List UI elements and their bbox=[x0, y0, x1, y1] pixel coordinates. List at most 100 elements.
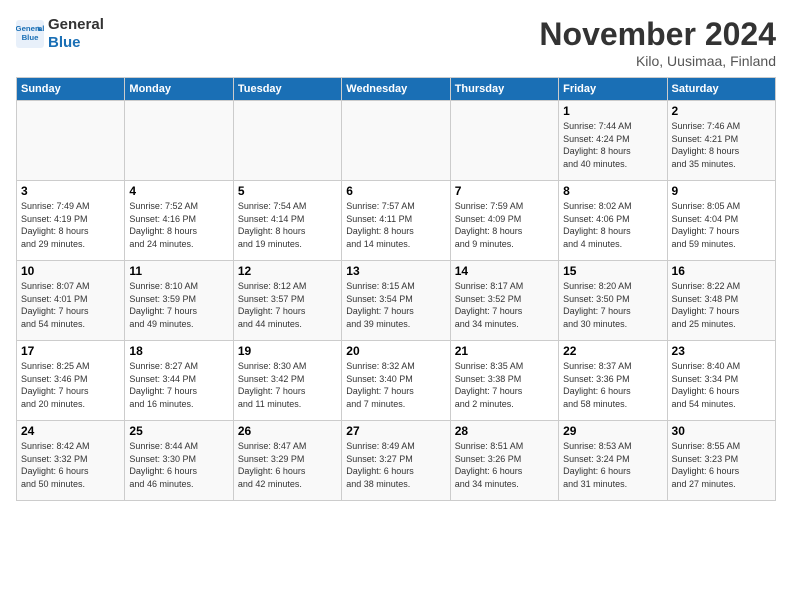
calendar-cell: 22 Sunrise: 8:37 AM Sunset: 3:36 PM Dayli… bbox=[559, 341, 667, 421]
day-number: 29 bbox=[563, 424, 662, 438]
day-number: 8 bbox=[563, 184, 662, 198]
weekday-header-row: SundayMondayTuesdayWednesdayThursdayFrid… bbox=[17, 78, 776, 101]
location-title: Kilo, Uusimaa, Finland bbox=[539, 53, 776, 69]
day-info: Sunrise: 8:05 AM Sunset: 4:04 PM Dayligh… bbox=[672, 200, 771, 250]
calendar-cell: 16 Sunrise: 8:22 AM Sunset: 3:48 PM Dayli… bbox=[667, 261, 775, 341]
calendar-cell: 7 Sunrise: 7:59 AM Sunset: 4:09 PM Daylig… bbox=[450, 181, 558, 261]
day-number: 4 bbox=[129, 184, 228, 198]
day-info: Sunrise: 8:47 AM Sunset: 3:29 PM Dayligh… bbox=[238, 440, 337, 490]
calendar-cell bbox=[450, 101, 558, 181]
day-info: Sunrise: 8:02 AM Sunset: 4:06 PM Dayligh… bbox=[563, 200, 662, 250]
day-number: 5 bbox=[238, 184, 337, 198]
calendar-cell: 19Sunrise: 8:30 AM Sunset: 3:42 PM Dayli… bbox=[233, 341, 341, 421]
day-number: 21 bbox=[455, 344, 554, 358]
svg-text:Blue: Blue bbox=[22, 33, 40, 42]
day-info: Sunrise: 8:32 AM Sunset: 3:40 PM Dayligh… bbox=[346, 360, 445, 410]
calendar-cell: 5Sunrise: 7:54 AM Sunset: 4:14 PM Daylig… bbox=[233, 181, 341, 261]
day-number: 11 bbox=[129, 264, 228, 278]
day-number: 9 bbox=[672, 184, 771, 198]
day-number: 30 bbox=[672, 424, 771, 438]
weekday-header-friday: Friday bbox=[559, 78, 667, 101]
calendar-cell: 30 Sunrise: 8:55 AM Sunset: 3:23 PM Dayli… bbox=[667, 421, 775, 501]
day-number: 23 bbox=[672, 344, 771, 358]
weekday-header-thursday: Thursday bbox=[450, 78, 558, 101]
day-number: 3 bbox=[21, 184, 120, 198]
calendar-cell: 11 Sunrise: 8:10 AM Sunset: 3:59 PM Dayli… bbox=[125, 261, 233, 341]
month-title: November 2024 bbox=[539, 16, 776, 53]
day-number: 1 bbox=[563, 104, 662, 118]
day-info: Sunrise: 8:22 AM Sunset: 3:48 PM Dayligh… bbox=[672, 280, 771, 330]
calendar-cell bbox=[233, 101, 341, 181]
calendar-cell: 3 Sunrise: 7:49 AM Sunset: 4:19 PM Daylig… bbox=[17, 181, 125, 261]
day-info: Sunrise: 8:44 AM Sunset: 3:30 PM Dayligh… bbox=[129, 440, 228, 490]
day-info: Sunrise: 8:51 AM Sunset: 3:26 PM Dayligh… bbox=[455, 440, 554, 490]
calendar-week-row: 10 Sunrise: 8:07 AM Sunset: 4:01 PM Dayli… bbox=[17, 261, 776, 341]
calendar-cell: 10 Sunrise: 8:07 AM Sunset: 4:01 PM Dayli… bbox=[17, 261, 125, 341]
title-area: November 2024 Kilo, Uusimaa, Finland bbox=[539, 16, 776, 69]
calendar-cell: 20Sunrise: 8:32 AM Sunset: 3:40 PM Dayli… bbox=[342, 341, 450, 421]
day-number: 22 bbox=[563, 344, 662, 358]
calendar-cell: 24Sunrise: 8:42 AM Sunset: 3:32 PM Dayli… bbox=[17, 421, 125, 501]
day-number: 15 bbox=[563, 264, 662, 278]
day-info: Sunrise: 7:49 AM Sunset: 4:19 PM Dayligh… bbox=[21, 200, 120, 250]
day-number: 14 bbox=[455, 264, 554, 278]
calendar-cell: 18Sunrise: 8:27 AM Sunset: 3:44 PM Dayli… bbox=[125, 341, 233, 421]
day-info: Sunrise: 7:57 AM Sunset: 4:11 PM Dayligh… bbox=[346, 200, 445, 250]
calendar-week-row: 3 Sunrise: 7:49 AM Sunset: 4:19 PM Daylig… bbox=[17, 181, 776, 261]
day-number: 6 bbox=[346, 184, 445, 198]
day-info: Sunrise: 8:37 AM Sunset: 3:36 PM Dayligh… bbox=[563, 360, 662, 410]
calendar-cell: 14 Sunrise: 8:17 AM Sunset: 3:52 PM Dayli… bbox=[450, 261, 558, 341]
day-info: Sunrise: 8:15 AM Sunset: 3:54 PM Dayligh… bbox=[346, 280, 445, 330]
logo: General Blue General Blue bbox=[16, 16, 104, 52]
weekday-header-sunday: Sunday bbox=[17, 78, 125, 101]
day-info: Sunrise: 8:07 AM Sunset: 4:01 PM Dayligh… bbox=[21, 280, 120, 330]
day-number: 16 bbox=[672, 264, 771, 278]
day-number: 2 bbox=[672, 104, 771, 118]
day-number: 25 bbox=[129, 424, 228, 438]
calendar-cell: 13 Sunrise: 8:15 AM Sunset: 3:54 PM Dayli… bbox=[342, 261, 450, 341]
day-info: Sunrise: 7:46 AM Sunset: 4:21 PM Dayligh… bbox=[672, 120, 771, 170]
header: General Blue General Blue November 2024 … bbox=[16, 16, 776, 69]
day-info: Sunrise: 8:10 AM Sunset: 3:59 PM Dayligh… bbox=[129, 280, 228, 330]
day-info: Sunrise: 7:59 AM Sunset: 4:09 PM Dayligh… bbox=[455, 200, 554, 250]
day-info: Sunrise: 8:55 AM Sunset: 3:23 PM Dayligh… bbox=[672, 440, 771, 490]
calendar-cell: 12 Sunrise: 8:12 AM Sunset: 3:57 PM Dayli… bbox=[233, 261, 341, 341]
day-number: 26 bbox=[238, 424, 337, 438]
calendar-cell: 2 Sunrise: 7:46 AM Sunset: 4:21 PM Daylig… bbox=[667, 101, 775, 181]
day-info: Sunrise: 8:25 AM Sunset: 3:46 PM Dayligh… bbox=[21, 360, 120, 410]
calendar-cell: 28 Sunrise: 8:51 AM Sunset: 3:26 PM Dayli… bbox=[450, 421, 558, 501]
day-info: Sunrise: 8:42 AM Sunset: 3:32 PM Dayligh… bbox=[21, 440, 120, 490]
calendar-cell bbox=[342, 101, 450, 181]
day-number: 17 bbox=[21, 344, 120, 358]
day-number: 13 bbox=[346, 264, 445, 278]
day-info: Sunrise: 8:12 AM Sunset: 3:57 PM Dayligh… bbox=[238, 280, 337, 330]
logo-text-line2: Blue bbox=[48, 34, 104, 52]
day-number: 27 bbox=[346, 424, 445, 438]
calendar-cell: 15 Sunrise: 8:20 AM Sunset: 3:50 PM Dayli… bbox=[559, 261, 667, 341]
day-info: Sunrise: 8:49 AM Sunset: 3:27 PM Dayligh… bbox=[346, 440, 445, 490]
calendar-cell: 6 Sunrise: 7:57 AM Sunset: 4:11 PM Daylig… bbox=[342, 181, 450, 261]
day-number: 7 bbox=[455, 184, 554, 198]
day-info: Sunrise: 7:44 AM Sunset: 4:24 PM Dayligh… bbox=[563, 120, 662, 170]
calendar-cell: 9 Sunrise: 8:05 AM Sunset: 4:04 PM Daylig… bbox=[667, 181, 775, 261]
day-number: 12 bbox=[238, 264, 337, 278]
day-number: 10 bbox=[21, 264, 120, 278]
day-info: Sunrise: 8:27 AM Sunset: 3:44 PM Dayligh… bbox=[129, 360, 228, 410]
day-info: Sunrise: 8:20 AM Sunset: 3:50 PM Dayligh… bbox=[563, 280, 662, 330]
calendar-cell: 25 Sunrise: 8:44 AM Sunset: 3:30 PM Dayli… bbox=[125, 421, 233, 501]
calendar-cell: 26 Sunrise: 8:47 AM Sunset: 3:29 PM Dayli… bbox=[233, 421, 341, 501]
day-number: 19 bbox=[238, 344, 337, 358]
calendar-week-row: 17 Sunrise: 8:25 AM Sunset: 3:46 PM Dayli… bbox=[17, 341, 776, 421]
day-info: Sunrise: 8:17 AM Sunset: 3:52 PM Dayligh… bbox=[455, 280, 554, 330]
weekday-header-saturday: Saturday bbox=[667, 78, 775, 101]
day-info: Sunrise: 8:35 AM Sunset: 3:38 PM Dayligh… bbox=[455, 360, 554, 410]
day-number: 28 bbox=[455, 424, 554, 438]
calendar-cell: 4Sunrise: 7:52 AM Sunset: 4:16 PM Daylig… bbox=[125, 181, 233, 261]
logo-text-line1: General bbox=[48, 16, 104, 34]
weekday-header-tuesday: Tuesday bbox=[233, 78, 341, 101]
day-info: Sunrise: 8:53 AM Sunset: 3:24 PM Dayligh… bbox=[563, 440, 662, 490]
day-info: Sunrise: 8:40 AM Sunset: 3:34 PM Dayligh… bbox=[672, 360, 771, 410]
calendar-cell: 21 Sunrise: 8:35 AM Sunset: 3:38 PM Dayli… bbox=[450, 341, 558, 421]
calendar-cell: 29 Sunrise: 8:53 AM Sunset: 3:24 PM Dayli… bbox=[559, 421, 667, 501]
calendar-cell: 23 Sunrise: 8:40 AM Sunset: 3:34 PM Dayli… bbox=[667, 341, 775, 421]
